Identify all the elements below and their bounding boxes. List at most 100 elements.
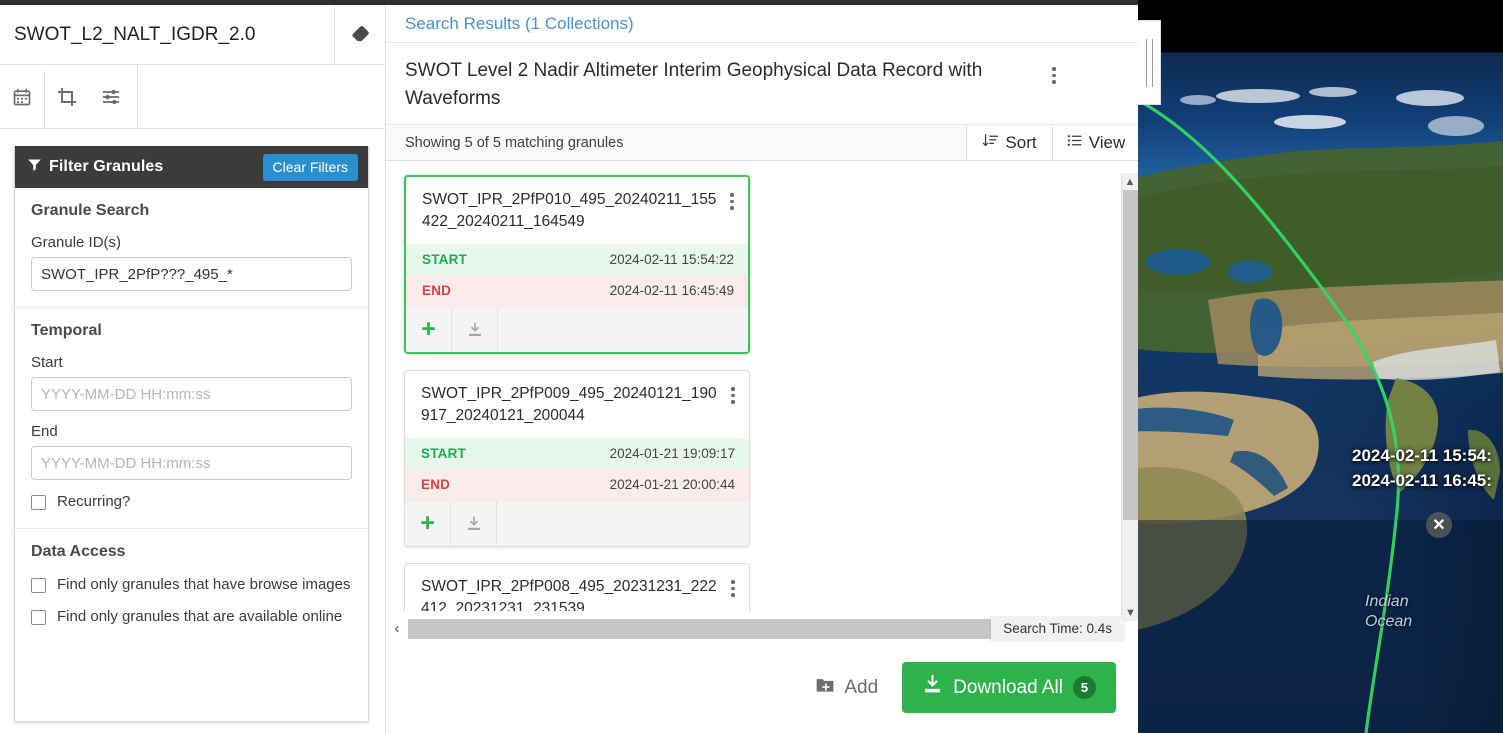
calendar-icon[interactable] (0, 65, 44, 128)
more-vertical-icon[interactable] (724, 189, 740, 210)
temporal-start-label: Start (31, 354, 63, 371)
granule-title: SWOT_IPR_2PfP010_495_20240211_155422_202… (422, 191, 717, 231)
granule-actions-filler (497, 501, 749, 547)
add-to-project-icon (815, 675, 835, 701)
temporal-start-input[interactable] (31, 377, 352, 411)
granule-ids-label: Granule ID(s) (31, 234, 122, 251)
results-vertical-scrollbar[interactable]: ▲ ▼ (1121, 173, 1138, 621)
data-access-title: Data Access (31, 542, 126, 560)
panel-collapse-icon[interactable]: ‹ (386, 615, 408, 642)
download-icon (922, 674, 943, 701)
sort-button[interactable]: Sort (966, 125, 1052, 161)
more-vertical-icon[interactable] (725, 576, 741, 597)
list-icon (1066, 132, 1083, 154)
browse-images-label: Find only granules that have browse imag… (57, 575, 351, 593)
add-to-project-button[interactable]: Add (809, 671, 884, 705)
download-icon[interactable] (451, 501, 497, 547)
recurring-label: Recurring? (57, 493, 131, 510)
world-map[interactable]: Indian Ocean 2024-02-11 15:54: 2024-02-1… (1138, 0, 1503, 733)
earthdata-search-app: SWOT_L2_NALT_IGDR_2.0 Filter Granules Cl… (0, 0, 1503, 733)
available-online-checkbox-row[interactable]: Find only granules that are available on… (31, 607, 352, 627)
granule-ids-input[interactable] (31, 257, 352, 291)
granule-card-header: SWOT_IPR_2PfP009_495_20240121_190917_202… (405, 371, 749, 438)
table-row[interactable]: SWOT_IPR_2PfP008_495_20231231_222412_202… (404, 563, 750, 612)
collection-header: SWOT Level 2 Nadir Altimeter Interim Geo… (386, 43, 1138, 126)
overlay-end-time: 2024-02-11 16:45: (1352, 470, 1492, 490)
granule-card-header: SWOT_IPR_2PfP008_495_20231231_222412_202… (405, 564, 749, 611)
end-label: END (422, 283, 452, 299)
sliders-icon[interactable] (89, 65, 133, 128)
granule-results-panel: Search Results (1 Collections) SWOT Leve… (385, 5, 1138, 733)
granule-actions: + (405, 500, 749, 547)
granule-start-row: START 2024-01-21 19:09:17 (405, 438, 749, 470)
eraser-icon[interactable] (334, 4, 385, 65)
more-vertical-icon[interactable] (1045, 57, 1063, 84)
recurring-checkbox[interactable] (31, 495, 46, 510)
clear-filters-button[interactable]: Clear Filters (262, 153, 358, 181)
start-value: 2024-02-11 15:54:22 (609, 252, 734, 268)
table-row[interactable]: SWOT_IPR_2PfP009_495_20240121_190917_202… (404, 370, 750, 548)
download-icon[interactable] (452, 307, 498, 353)
sort-icon (982, 132, 999, 154)
breadcrumb-search-results-link[interactable]: Search Results (1 Collections) (405, 14, 634, 34)
results-footer-actions: Add Download All 5 (386, 642, 1138, 733)
data-access-section: Data Access Find only granules that have… (15, 529, 368, 643)
map-tools-toolbar (0, 65, 385, 129)
temporal-end-input[interactable] (31, 446, 352, 480)
search-input[interactable]: SWOT_L2_NALT_IGDR_2.0 (0, 24, 334, 46)
download-all-button[interactable]: Download All 5 (902, 662, 1116, 713)
granule-list-area: SWOT_IPR_2PfP010_495_20240211_155422_202… (386, 161, 1138, 612)
temporal-section: Temporal Start End Recurring? (15, 308, 368, 529)
results-toolbar: Showing 5 of 5 matching granules Sort Vi… (386, 125, 1138, 162)
filter-panel-title: Filter Granules (49, 158, 164, 175)
more-vertical-icon[interactable] (725, 383, 741, 404)
granule-actions-filler (498, 307, 748, 353)
view-button[interactable]: View (1052, 125, 1138, 161)
browse-images-checkbox-row[interactable]: Find only granules that have browse imag… (31, 575, 352, 595)
results-breadcrumb-bar: Search Results (1 Collections) (386, 5, 1138, 43)
collection-search-bar: SWOT_L2_NALT_IGDR_2.0 (0, 4, 385, 65)
add-label: Add (844, 676, 879, 698)
download-all-count-badge: 5 (1073, 676, 1096, 699)
view-label: View (1088, 132, 1126, 152)
scrollbar-thumb[interactable] (1123, 190, 1138, 520)
scroll-up-icon[interactable]: ▲ (1122, 173, 1138, 190)
granule-search-title: Granule Search (31, 202, 150, 219)
scroll-down-icon[interactable]: ▼ (1122, 604, 1138, 621)
sort-label: Sort (1005, 132, 1037, 152)
download-all-label: Download All (953, 676, 1063, 698)
end-value: 2024-02-11 16:45:49 (609, 283, 734, 299)
available-online-checkbox[interactable] (31, 609, 46, 625)
granule-end-row: END 2024-01-21 20:00:44 (405, 469, 749, 501)
collection-title: SWOT Level 2 Nadir Altimeter Interim Geo… (405, 60, 983, 109)
granule-title: SWOT_IPR_2PfP009_495_20240121_190917_202… (421, 385, 717, 425)
granule-end-row: END 2024-02-11 16:45:49 (406, 275, 748, 307)
start-value: 2024-01-21 19:09:17 (609, 446, 735, 462)
filter-granules-panel: Filter Granules Clear Filters Granule Se… (14, 146, 369, 722)
plus-icon[interactable]: + (405, 501, 451, 547)
recurring-checkbox-row[interactable]: Recurring? (31, 492, 352, 512)
available-online-label: Find only granules that are available on… (57, 607, 343, 625)
granule-count-text: Showing 5 of 5 matching granules (405, 134, 624, 151)
overlay-start-time: 2024-02-11 15:54: (1352, 446, 1492, 465)
panel-resize-grip[interactable] (1138, 20, 1161, 105)
granule-start-row: START 2024-02-11 15:54:22 (406, 244, 748, 276)
end-label: END (421, 477, 451, 493)
table-row[interactable]: SWOT_IPR_2PfP010_495_20240211_155422_202… (404, 175, 750, 355)
temporal-end-label: End (31, 423, 58, 440)
granule-card-header: SWOT_IPR_2PfP010_495_20240211_155422_202… (406, 177, 748, 244)
crop-icon[interactable] (45, 65, 89, 128)
plus-icon[interactable]: + (406, 307, 452, 353)
browse-images-checkbox[interactable] (31, 577, 46, 593)
granule-actions: + (406, 306, 748, 353)
granule-search-section: Granule Search Granule ID(s) (15, 188, 368, 308)
close-icon[interactable]: ✕ (1426, 512, 1452, 538)
map-landmass-layer (1138, 87, 1503, 733)
start-label: START (421, 446, 466, 462)
search-time-tooltip: Search Time: 0.4s (991, 616, 1124, 642)
end-value: 2024-01-21 20:00:44 (609, 477, 735, 493)
start-label: START (422, 252, 467, 268)
granule-title: SWOT_IPR_2PfP008_495_20231231_222412_202… (421, 578, 717, 612)
granule-grid: SWOT_IPR_2PfP010_495_20240211_155422_202… (386, 161, 1121, 612)
granule-time-overlay: 2024-02-11 15:54: 2024-02-11 16:45: (1352, 444, 1492, 493)
